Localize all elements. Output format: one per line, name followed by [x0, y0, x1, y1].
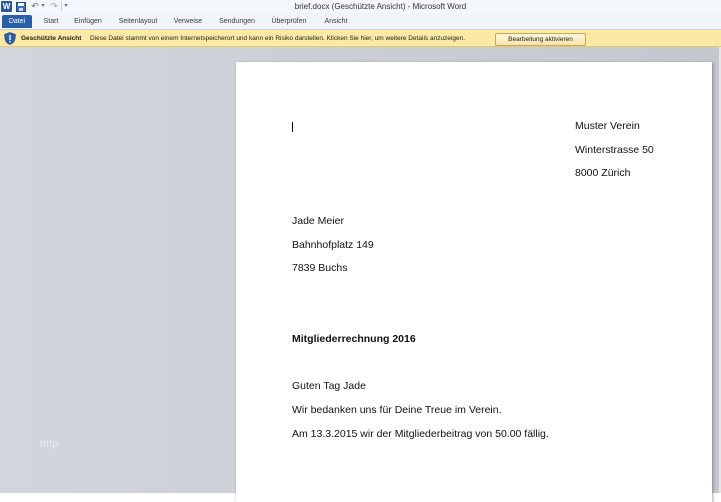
- message-bar-text[interactable]: Diese Datei stammt von einem Internetspe…: [90, 30, 465, 47]
- ribbon-tab-bar: Datei Start Einfügen Seitenlayout Verwei…: [0, 13, 721, 30]
- tab-sendungen[interactable]: Sendungen: [215, 15, 259, 28]
- customize-icon[interactable]: ▾: [63, 1, 69, 12]
- greeting: Guten Tag Jade: [292, 380, 366, 392]
- tab-datei[interactable]: Datei: [2, 15, 32, 28]
- body-line: Wir bedanken uns für Deine Treue im Vere…: [292, 404, 502, 416]
- recipient-city: 7839 Buchs: [292, 262, 348, 274]
- tab-verweise[interactable]: Verweise: [170, 15, 206, 28]
- tab-start[interactable]: Start: [38, 15, 64, 28]
- tab-seitenlayout[interactable]: Seitenlayout: [114, 15, 162, 28]
- undo-dropdown-icon[interactable]: ▾: [40, 1, 46, 12]
- recipient-name: Jade Meier: [292, 215, 344, 227]
- recipient-street: Bahnhofplatz 149: [292, 239, 374, 251]
- text-cursor: [292, 122, 293, 132]
- enable-editing-button[interactable]: Bearbeitung aktivieren: [495, 33, 586, 46]
- redo-icon[interactable]: ↷: [49, 1, 59, 12]
- message-bar-title: Geschützte Ansicht: [21, 35, 82, 42]
- title-bar: brief.docx (Geschützte Ansicht) - Micros…: [0, 0, 721, 14]
- tab-ansicht[interactable]: Ansicht: [320, 15, 352, 28]
- body-line: Am 13.3.2015 wir der Mitgliederbeitrag v…: [292, 428, 549, 440]
- sender-name: Muster Verein: [575, 120, 640, 132]
- tab-einfuegen[interactable]: Einfügen: [70, 15, 106, 28]
- shield-icon: [4, 32, 16, 45]
- letter-subject: Mitgliederrechnung 2016: [292, 333, 416, 345]
- sender-street: Winterstrasse 50: [575, 144, 654, 156]
- sender-city: 8000 Zürich: [575, 167, 631, 179]
- divider: [61, 2, 62, 11]
- window-title: brief.docx (Geschützte Ansicht) - Micros…: [294, 2, 467, 11]
- document-area[interactable]: http Muster Verein Winterstrasse 50 8000…: [0, 47, 721, 502]
- word-app-icon[interactable]: W: [1, 1, 12, 12]
- watermark: http: [40, 439, 59, 450]
- protected-view-bar[interactable]: Geschützte Ansicht Diese Datei stammt vo…: [0, 30, 721, 47]
- document-page[interactable]: Muster Verein Winterstrasse 50 8000 Züri…: [236, 62, 712, 502]
- undo-icon[interactable]: ↶: [30, 1, 40, 12]
- save-icon[interactable]: [16, 1, 26, 12]
- tab-ueberpruefen[interactable]: Überprüfen: [267, 15, 311, 28]
